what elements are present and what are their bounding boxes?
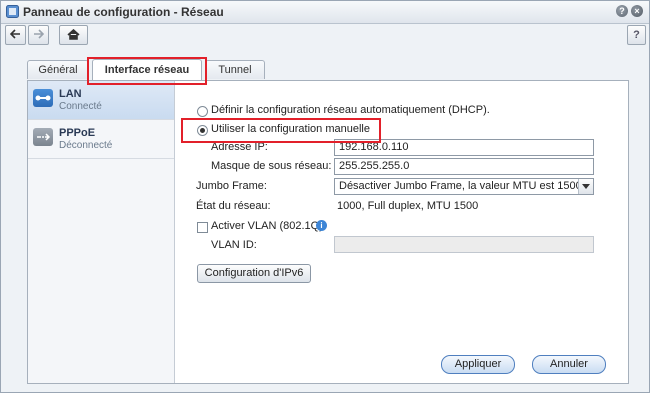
- title-bar: Panneau de configuration - Réseau ? ×: [1, 1, 649, 24]
- subnet-mask-label: Masque de sous réseau:: [211, 160, 332, 172]
- info-icon[interactable]: i: [316, 220, 327, 231]
- sidebar-item-pppoe[interactable]: PPPoE Déconnecté: [28, 120, 174, 159]
- vlan-id-label: VLAN ID:: [211, 239, 257, 251]
- highlight-box-tab: [87, 57, 207, 85]
- sidebar-item-name: PPPoE: [59, 127, 96, 139]
- dhcp-label: Définir la configuration réseau automati…: [211, 104, 490, 116]
- window: Panneau de configuration - Réseau ? × ? …: [0, 0, 650, 393]
- subnet-mask-input[interactable]: 255.255.255.0: [334, 158, 594, 175]
- apply-button[interactable]: Appliquer: [441, 355, 515, 374]
- ipv6-config-button[interactable]: Configuration d'IPv6: [197, 264, 311, 283]
- interface-list: LAN Connecté PPPoE Déconnecté: [28, 81, 175, 383]
- tab-tunnel[interactable]: Tunnel: [205, 60, 265, 79]
- jumbo-frame-label: Jumbo Frame:: [196, 180, 267, 192]
- sidebar-item-lan[interactable]: LAN Connecté: [28, 81, 174, 120]
- sidebar-item-status: Déconnecté: [59, 140, 113, 151]
- dhcp-radio[interactable]: [197, 106, 208, 117]
- arrow-left-icon: [9, 29, 20, 39]
- window-title: Panneau de configuration - Réseau: [23, 5, 224, 19]
- network-status-label: État du réseau:: [196, 200, 271, 212]
- sidebar-item-status: Connecté: [59, 101, 102, 112]
- pppoe-icon: [33, 128, 53, 146]
- chevron-down-icon: [578, 179, 593, 194]
- cancel-button[interactable]: Annuler: [532, 355, 606, 374]
- network-status-value: 1000, Full duplex, MTU 1500: [337, 200, 479, 212]
- toolbar: ?: [1, 24, 649, 46]
- vlan-id-input[interactable]: [334, 236, 594, 253]
- vlan-checkbox-label: Activer VLAN (802.1Q): [211, 220, 323, 232]
- back-button[interactable]: [5, 25, 26, 45]
- highlight-box-manual-config: [181, 118, 381, 143]
- home-button[interactable]: [59, 25, 88, 45]
- jumbo-frame-select[interactable]: Désactiver Jumbo Frame, la valeur MTU es…: [334, 178, 594, 195]
- window-close-icon[interactable]: ×: [631, 5, 643, 17]
- control-panel-icon: [6, 5, 19, 18]
- home-icon: [67, 28, 80, 40]
- tab-general[interactable]: Général: [27, 60, 89, 79]
- arrow-right-icon: [34, 29, 45, 39]
- help-button[interactable]: ?: [627, 25, 646, 45]
- window-help-icon[interactable]: ?: [616, 5, 628, 17]
- forward-button[interactable]: [28, 25, 49, 45]
- vlan-checkbox[interactable]: [197, 222, 208, 233]
- sidebar-item-name: LAN: [59, 88, 82, 100]
- network-icon: [33, 89, 53, 107]
- jumbo-frame-value: Désactiver Jumbo Frame, la valeur MTU es…: [339, 180, 582, 192]
